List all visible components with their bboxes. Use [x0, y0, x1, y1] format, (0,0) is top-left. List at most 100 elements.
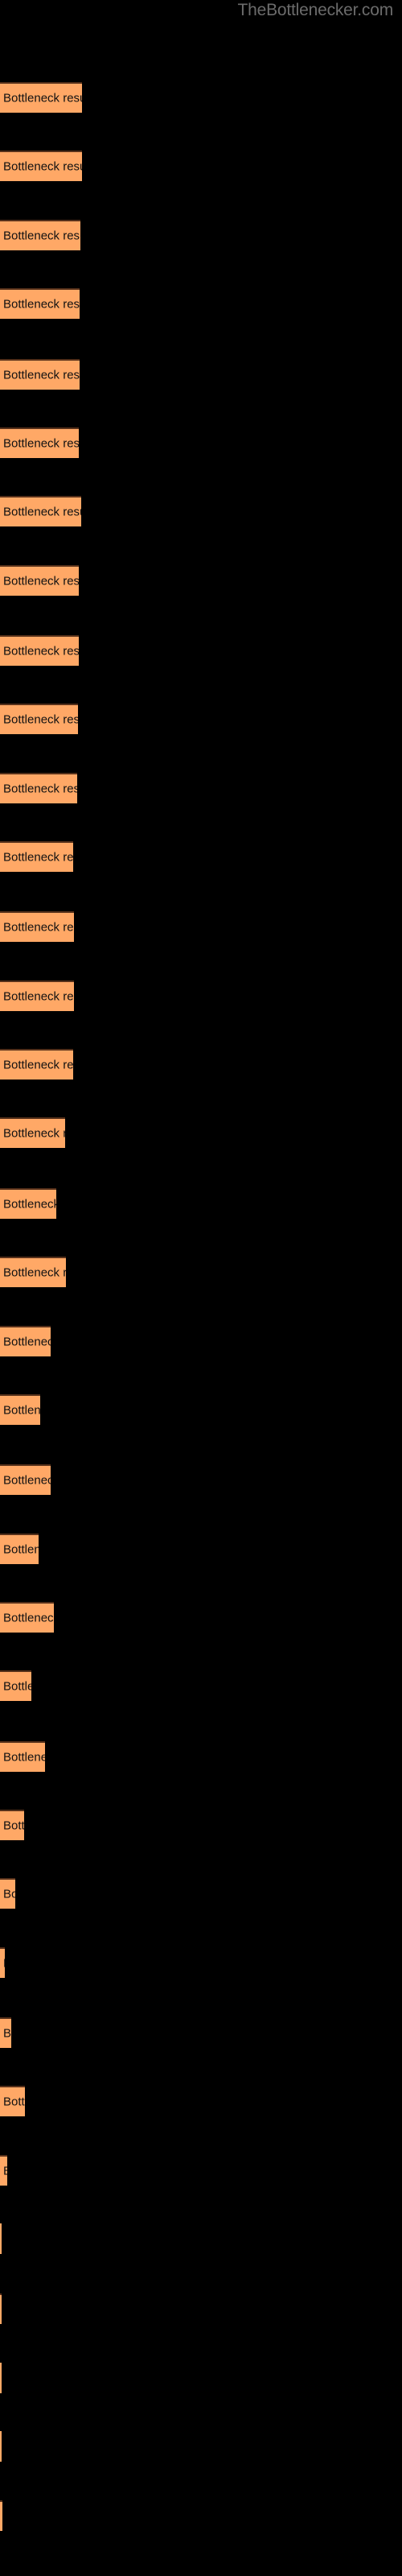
bar-label: Bottleneck result — [3, 1956, 5, 1970]
bar[interactable]: Bottleneck result — [0, 2293, 2, 2325]
bar-label: Bottleneck result — [3, 505, 81, 519]
bar-row: Bottleneck result — [0, 427, 402, 458]
bar-row: Bottleneck result — [0, 82, 402, 114]
bar-row: Bottleneck result — [0, 2431, 402, 2462]
bar-row: Bottleneck result — [0, 1601, 402, 1633]
bar-row: Bottleneck result — [0, 2293, 402, 2325]
bar-label: Bottleneck result — [3, 2164, 7, 2178]
bar[interactable]: Bottleneck result — [0, 772, 77, 803]
bar-label: Bottleneck result — [3, 229, 80, 243]
bar[interactable]: Bottleneck result — [0, 1187, 56, 1219]
bar-row: Bottleneck result — [0, 911, 402, 943]
bar[interactable]: Bottleneck result — [0, 564, 79, 596]
bar-label: Bottleneck result — [3, 782, 77, 796]
bar-label: Bottleneck result — [3, 159, 82, 174]
bar[interactable]: Bottleneck result — [0, 911, 74, 943]
bar[interactable]: Bottleneck result — [0, 634, 79, 666]
bar-label: Bottleneck result — [3, 1403, 40, 1418]
bar-row: Bottleneck result — [0, 2223, 402, 2255]
bar[interactable]: Bottleneck result — [0, 1809, 24, 1840]
bar-row: Bottleneck result — [0, 2500, 402, 2531]
site-title: TheBottlenecker.com — [237, 1, 394, 19]
bar-row: Bottleneck result — [0, 1187, 402, 1219]
bar-label: Bottleneck result — [3, 1679, 31, 1694]
bar[interactable]: Bottleneck result — [0, 2431, 2, 2462]
bar-row: Bottleneck result — [0, 772, 402, 803]
bar-label: Bottleneck result — [3, 712, 78, 727]
bar-row: Bottleneck result — [0, 219, 402, 250]
bar-label: Bottleneck result — [3, 850, 73, 865]
bar[interactable]: Bottleneck result — [0, 1393, 40, 1425]
bar[interactable]: Bottleneck result — [0, 151, 82, 182]
bar[interactable]: Bottleneck result — [0, 1878, 15, 1909]
bar[interactable]: Bottleneck result — [0, 2223, 2, 2255]
bar-label: Bottleneck result — [3, 1265, 66, 1280]
bar-row: Bottleneck result — [0, 2154, 402, 2186]
bar[interactable]: Bottleneck result — [0, 2154, 7, 2186]
bar-row: Bottleneck result — [0, 496, 402, 527]
bar[interactable]: Bottleneck result — [0, 219, 80, 250]
bar-label: Bottleneck result — [3, 1750, 45, 1765]
bar-label: Bottleneck result — [3, 989, 74, 1004]
bar-row: Bottleneck result — [0, 1946, 402, 1978]
bar-row: Bottleneck result — [0, 1809, 402, 1840]
bar-row: Bottleneck result — [0, 1393, 402, 1425]
bar[interactable]: Bottleneck result — [0, 1325, 51, 1356]
bar[interactable]: Bottleneck result — [0, 1464, 51, 1496]
bar-label: Bottleneck result — [3, 436, 79, 451]
bar-label: Bottleneck result — [3, 1197, 56, 1212]
bar[interactable]: Bottleneck result — [0, 2362, 2, 2393]
bar[interactable]: Bottleneck result — [0, 1533, 39, 1564]
bar-label: Bottleneck result — [3, 1818, 24, 1833]
bar[interactable]: Bottleneck result — [0, 1257, 66, 1288]
bar[interactable]: Bottleneck result — [0, 704, 78, 735]
bar-label: Bottleneck result — [3, 1473, 51, 1488]
bar[interactable]: Bottleneck result — [0, 427, 79, 458]
bar-row: Bottleneck result — [0, 634, 402, 666]
bar-row: Bottleneck result — [0, 1670, 402, 1702]
bar[interactable]: Bottleneck result — [0, 2500, 2, 2531]
bar[interactable]: Bottleneck result — [0, 1670, 31, 1702]
bar-row: Bottleneck result — [0, 358, 402, 390]
bar[interactable]: Bottleneck result — [0, 2017, 11, 2049]
bar-label: Bottleneck result — [3, 2026, 11, 2041]
bar[interactable]: Bottleneck result — [0, 2086, 25, 2117]
bar-label: Bottleneck result — [3, 644, 79, 658]
bar-label: Bottleneck result — [3, 1611, 54, 1625]
bar-label: Bottleneck result — [3, 1058, 73, 1072]
bar-row: Bottleneck result — [0, 2017, 402, 2049]
bar[interactable]: Bottleneck result — [0, 980, 74, 1011]
bar[interactable]: Bottleneck result — [0, 288, 80, 320]
bar-label: Bottleneck result — [3, 1335, 51, 1348]
bar[interactable]: Bottleneck result — [0, 1601, 54, 1633]
bar-row: Bottleneck result — [0, 1740, 402, 1772]
bar-label: Bottleneck result — [3, 368, 80, 382]
bar-label: Bottleneck result — [3, 574, 79, 588]
bar[interactable]: Bottleneck result — [0, 1117, 65, 1149]
bar-row: Bottleneck result — [0, 151, 402, 182]
bar-row: Bottleneck result — [0, 1533, 402, 1564]
bar-row: Bottleneck result — [0, 1049, 402, 1080]
bar-label: Bottleneck result — [3, 1887, 15, 1901]
bar-label: Bottleneck result — [3, 297, 80, 312]
bar[interactable]: Bottleneck result — [0, 1946, 5, 1978]
bottleneck-bar-chart: TheBottlenecker.com Bottleneck result Bot… — [0, 0, 402, 2576]
bar-row: Bottleneck result — [0, 288, 402, 320]
bar-row: Bottleneck result — [0, 2086, 402, 2117]
bar-row: Bottleneck result — [0, 980, 402, 1011]
bar-row: Bottleneck result — [0, 1464, 402, 1496]
bar-row: Bottleneck result — [0, 1325, 402, 1356]
bar[interactable]: Bottleneck result — [0, 358, 80, 390]
bar-label: Bottleneck result — [3, 2095, 25, 2109]
bar[interactable]: Bottleneck result — [0, 82, 82, 114]
bar[interactable]: Bottleneck result — [0, 496, 81, 527]
bar[interactable]: Bottleneck result — [0, 841, 73, 873]
bar-label: Bottleneck result — [3, 920, 74, 935]
bar-row: Bottleneck result — [0, 564, 402, 596]
bar-label: Bottleneck result — [3, 91, 82, 105]
bar-label: Bottleneck result — [3, 1542, 39, 1557]
bar-row: Bottleneck result — [0, 704, 402, 735]
bar-row: Bottleneck result — [0, 2362, 402, 2393]
bar[interactable]: Bottleneck result — [0, 1049, 73, 1080]
bar[interactable]: Bottleneck result — [0, 1740, 45, 1772]
